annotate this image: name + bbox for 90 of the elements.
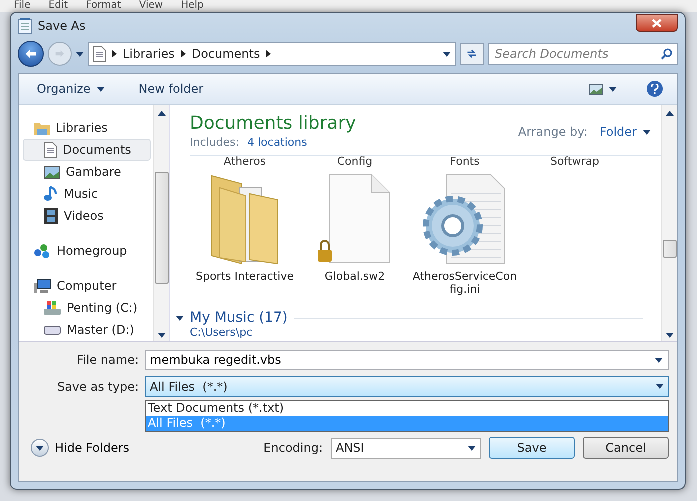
locations-link[interactable]: 4 locations <box>247 136 308 149</box>
file-name[interactable]: Atheros <box>190 156 300 168</box>
address-bar[interactable]: Libraries Documents <box>88 42 456 66</box>
locked-file-icon <box>318 174 392 266</box>
sidebar-item[interactable]: Videos <box>23 205 151 227</box>
sidebar-item[interactable]: Homegroup <box>23 240 151 262</box>
sidebar-item[interactable]: Gambare <box>23 161 151 183</box>
save-button[interactable]: Save <box>489 437 575 459</box>
breadcrumb[interactable]: Documents <box>192 47 260 61</box>
down-arrow-icon <box>666 332 674 338</box>
chevron-icon <box>266 50 272 58</box>
help-button[interactable] <box>647 81 663 97</box>
back-button[interactable] <box>18 41 44 67</box>
arrange-dropdown[interactable]: Folder <box>600 125 651 139</box>
encoding-label: Encoding: <box>264 441 323 455</box>
film-icon <box>44 208 58 224</box>
group-path: C:\Users\pc <box>190 326 254 339</box>
document-icon <box>93 46 106 62</box>
help-icon <box>651 84 659 94</box>
down-arrow-icon <box>158 333 166 338</box>
file-name[interactable]: Sports Interactive <box>191 270 299 283</box>
refresh-icon <box>467 48 477 60</box>
history-caret-icon <box>76 52 84 56</box>
folder-icon <box>210 174 280 266</box>
chevron-icon <box>180 50 186 58</box>
library-title: Documents library <box>190 113 356 134</box>
chevron-icon <box>112 50 117 58</box>
caret-icon <box>656 384 664 389</box>
caret-icon <box>643 130 651 134</box>
breadcrumb[interactable]: Libraries <box>123 47 175 61</box>
menu-item[interactable]: Help <box>181 0 204 12</box>
notepad-icon <box>18 18 32 34</box>
document-icon <box>44 142 57 158</box>
caret-icon <box>609 86 617 92</box>
homegroup-icon <box>34 244 51 258</box>
view-icon <box>589 84 603 94</box>
save-type-label: Save as type: <box>56 380 139 394</box>
cancel-button[interactable]: Cancel <box>583 437 669 459</box>
file-name[interactable]: AtherosServiceConfig.ini <box>411 270 519 296</box>
caret-icon <box>443 52 451 56</box>
menu-item[interactable]: Edit <box>48 0 68 12</box>
save-type-dropdown[interactable]: All Files (*.*) <box>145 376 669 397</box>
caret-icon <box>655 358 663 362</box>
sidebar-item[interactable]: Penting (C:) <box>23 297 151 319</box>
sidebar-item[interactable]: Computer <box>23 275 151 297</box>
menu-item[interactable]: Format <box>86 0 122 12</box>
picture-icon <box>44 166 60 178</box>
scrollbar[interactable] <box>661 105 677 341</box>
music-note-icon <box>44 186 58 202</box>
search-icon <box>661 48 673 60</box>
gear-file-icon <box>423 174 507 266</box>
file-name[interactable]: Global.sw2 <box>301 270 409 283</box>
left-arrow-icon <box>25 48 37 60</box>
search-field[interactable]: Search Documents <box>488 43 678 65</box>
collapse-caret-icon <box>176 316 184 320</box>
right-arrow-icon <box>55 49 65 59</box>
sidebar-item[interactable]: Master (D:) <box>23 319 151 341</box>
window-title: Save As <box>38 19 87 33</box>
refresh-button[interactable] <box>460 43 484 65</box>
drive-icon <box>44 300 61 316</box>
scrollbar[interactable] <box>153 105 169 341</box>
file-name[interactable]: Config <box>300 156 410 168</box>
includes-label: Includes: <box>190 136 240 149</box>
new-folder-button[interactable]: New folder <box>134 80 208 98</box>
library-folder-icon <box>34 121 50 135</box>
scrollbar-thumb[interactable] <box>662 240 676 258</box>
computer-icon <box>34 278 51 294</box>
encoding-dropdown[interactable]: ANSI <box>331 438 481 458</box>
close-button[interactable] <box>636 14 678 32</box>
up-arrow-icon <box>158 111 166 116</box>
sidebar-item[interactable]: Libraries <box>23 117 151 139</box>
menu-item[interactable]: File <box>14 0 31 12</box>
file-name-field[interactable]: membuka regedit.vbs <box>145 350 669 370</box>
drive-icon <box>44 326 61 334</box>
menu-item[interactable]: View <box>139 0 164 12</box>
sidebar-item[interactable]: Documents <box>23 139 151 161</box>
group-title[interactable]: My Music (17) <box>190 310 288 326</box>
file-name-label: File name: <box>76 353 139 367</box>
scrollbar-thumb[interactable] <box>154 172 168 284</box>
file-name[interactable]: Fonts <box>410 156 520 168</box>
arrange-label: Arrange by: <box>518 125 588 139</box>
caret-icon <box>96 86 105 92</box>
up-arrow-icon <box>666 111 674 116</box>
organize-button[interactable]: Organize <box>33 80 109 98</box>
caret-icon <box>468 446 476 450</box>
file-name[interactable]: Softwrap <box>520 156 630 168</box>
close-icon <box>652 18 662 28</box>
sidebar-item[interactable]: Music <box>23 183 151 205</box>
hide-folders-button[interactable]: Hide Folders <box>31 439 130 457</box>
dropdown-option[interactable]: Text Documents (*.txt) <box>146 401 668 416</box>
